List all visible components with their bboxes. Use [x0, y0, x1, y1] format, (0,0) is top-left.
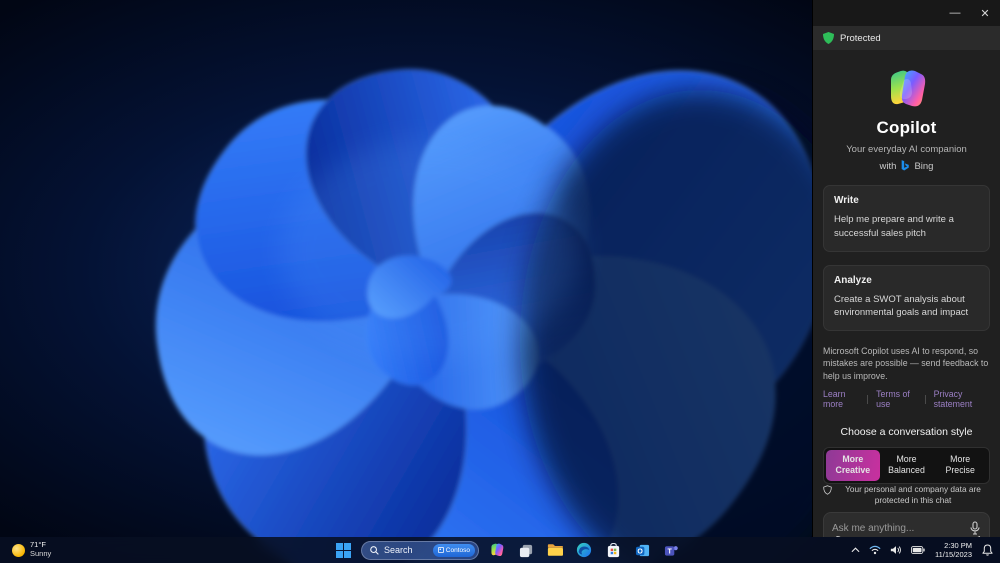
- style-more-precise[interactable]: More Precise: [933, 450, 987, 481]
- card-title: Analyze: [834, 274, 872, 286]
- teams-icon: T: [664, 545, 678, 556]
- taskbar-search[interactable]: Search Contoso: [361, 540, 479, 560]
- taskbar-app-teams[interactable]: T: [660, 539, 682, 561]
- taskbar-app-edge[interactable]: [573, 539, 595, 561]
- sidebar-titlebar: — ✕: [813, 0, 1000, 26]
- start-button[interactable]: [332, 539, 354, 561]
- conversation-style-title: Choose a conversation style: [840, 426, 973, 438]
- learn-more-link[interactable]: Learn more: [823, 389, 859, 409]
- bing-label: Bing: [914, 160, 934, 172]
- taskbar-center: Search Contoso O T: [332, 537, 682, 563]
- outlook-icon: O: [635, 544, 649, 556]
- ask-input[interactable]: [832, 522, 969, 534]
- notification-bell[interactable]: [979, 539, 996, 561]
- suggestion-card-analyze[interactable]: Analyze Create a SWOT analysis about env…: [823, 264, 990, 332]
- tray-time: 2:30 PM: [944, 541, 972, 550]
- search-label: Search: [384, 545, 413, 555]
- search-highlight-badge[interactable]: Contoso: [432, 543, 475, 557]
- search-icon: [370, 545, 379, 555]
- copilot-subtitle: Your everyday AI companion: [846, 144, 967, 155]
- copilot-taskbar-icon: [491, 543, 504, 557]
- privacy-statement-link[interactable]: Privacy statement: [934, 389, 990, 409]
- style-more-balanced[interactable]: More Balanced: [880, 450, 934, 481]
- copilot-hero: Copilot Your everyday AI companion with …: [823, 50, 990, 172]
- minimize-button[interactable]: —: [940, 0, 970, 26]
- card-body: Help me prepare and write a successful s…: [834, 214, 954, 239]
- file-explorer-icon: [547, 544, 563, 556]
- footer-links: Learn more Terms of use Privacy statemen…: [823, 389, 990, 409]
- terms-of-use-link[interactable]: Terms of use: [876, 389, 917, 409]
- conversation-style-picker: More Creative More Balanced More Precise: [823, 447, 990, 484]
- shield-outline-icon: [823, 485, 832, 495]
- sun-icon: [12, 543, 25, 557]
- taskbar: 71°F Sunny Search Contoso O T 2:30 PM 11…: [0, 537, 1000, 563]
- taskbar-app-outlook[interactable]: O: [631, 539, 653, 561]
- ai-disclaimer: Microsoft Copilot uses AI to respond, so…: [823, 346, 989, 381]
- desktop-screen: — ✕ Protected Copilot Your everyday AI c…: [0, 0, 1000, 563]
- link-divider: [924, 394, 926, 404]
- tray-volume[interactable]: [887, 539, 905, 561]
- search-badge-icon: [437, 547, 444, 553]
- svg-text:T: T: [667, 548, 672, 555]
- battery-icon: [911, 546, 925, 554]
- taskbar-app-microsoft-store[interactable]: [602, 539, 624, 561]
- card-body: Create a SWOT analysis about environment…: [834, 293, 969, 319]
- bing-icon: [902, 160, 910, 171]
- shield-icon: [823, 32, 834, 44]
- tray-wifi[interactable]: [866, 539, 884, 561]
- close-button[interactable]: ✕: [970, 0, 1000, 26]
- taskbar-app-file-explorer[interactable]: [544, 539, 566, 561]
- sidebar-body: Copilot Your everyday AI companion with …: [813, 50, 1000, 537]
- copilot-sidebar: — ✕ Protected Copilot Your everyday AI c…: [812, 0, 1000, 537]
- data-protection-note: Your personal and company data are prote…: [823, 484, 990, 506]
- microsoft-store-icon: [607, 542, 619, 557]
- windows-icon: [335, 542, 351, 558]
- chat-input-box: 0/4000: [823, 512, 990, 537]
- edge-icon: [576, 542, 592, 558]
- tray-clock[interactable]: 2:30 PM 11/15/2023: [931, 541, 976, 559]
- system-tray: 2:30 PM 11/15/2023: [848, 537, 996, 563]
- bell-icon: [982, 544, 993, 556]
- tray-battery[interactable]: [908, 539, 928, 561]
- microphone-icon[interactable]: [969, 521, 981, 535]
- protected-label: Protected: [840, 32, 881, 44]
- with-label: with: [879, 160, 897, 172]
- copilot-title: Copilot: [876, 118, 937, 137]
- suggestion-card-write[interactable]: Write Help me prepare and write a succes…: [823, 185, 990, 252]
- taskbar-app-task-view[interactable]: [515, 539, 537, 561]
- style-more-creative[interactable]: More Creative: [826, 450, 880, 481]
- weather-widget[interactable]: 71°F Sunny: [6, 537, 57, 563]
- chevron-up-icon: [851, 547, 860, 553]
- weather-condition: Sunny: [30, 549, 52, 558]
- wifi-icon: [869, 545, 881, 555]
- speaker-icon: [890, 546, 901, 554]
- copilot-logo-icon: [884, 66, 930, 112]
- tray-chevron-up[interactable]: [848, 539, 863, 561]
- card-title: Write: [834, 195, 859, 206]
- protected-badge[interactable]: Protected: [813, 26, 1000, 50]
- tray-date: 11/15/2023: [935, 550, 972, 559]
- with-bing-line: with Bing: [823, 160, 990, 172]
- link-divider: [867, 394, 869, 404]
- taskbar-app-copilot[interactable]: [486, 539, 508, 561]
- svg-text:O: O: [637, 548, 643, 555]
- task-view-icon: [519, 544, 532, 557]
